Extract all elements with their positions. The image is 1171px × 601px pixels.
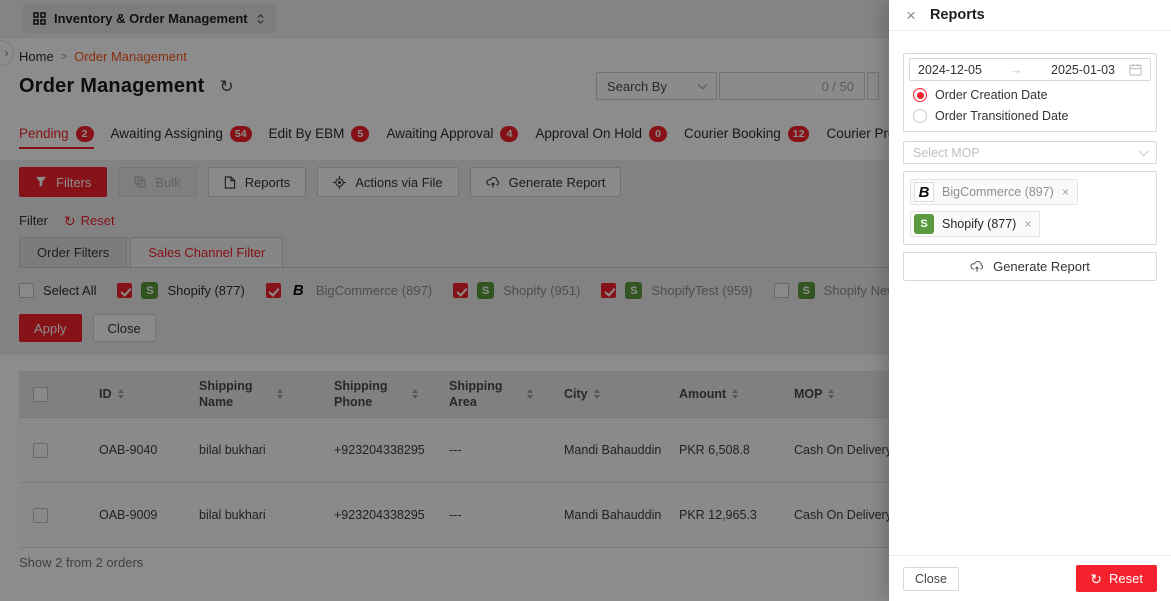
reports-drawer: × Reports 2024-12-05 → 2025-01-03 Order … <box>889 0 1171 601</box>
drawer-title: Reports <box>929 7 985 23</box>
radio-order-creation-date[interactable]: Order Creation Date <box>913 88 1147 102</box>
drawer-reset-button[interactable]: ↻ Reset <box>1076 565 1157 592</box>
chevron-down-icon <box>1138 146 1149 156</box>
date-from[interactable]: 2024-12-05 <box>918 63 982 77</box>
date-filter-card: 2024-12-05 → 2025-01-03 Order Creation D… <box>903 53 1157 132</box>
selected-channels-box: B BigCommerce (897) × S Shopify (877) × <box>903 171 1157 245</box>
arrow-right-icon: → <box>1010 62 1023 77</box>
remove-tag-icon[interactable]: × <box>1062 185 1069 199</box>
tag-shopify-877[interactable]: S Shopify (877) × <box>910 211 1041 237</box>
refresh-icon: ↻ <box>1090 570 1103 587</box>
drawer-reset-label: Reset <box>1109 571 1143 586</box>
select-mop-dropdown[interactable]: Select MOP <box>903 141 1157 164</box>
drawer-footer: Close ↻ Reset <box>889 555 1171 601</box>
drawer-body: 2024-12-05 → 2025-01-03 Order Creation D… <box>889 31 1171 555</box>
radio-label: Order Transitioned Date <box>935 109 1069 123</box>
remove-tag-icon[interactable]: × <box>1024 217 1031 231</box>
radio-selected[interactable] <box>913 88 927 102</box>
date-to[interactable]: 2025-01-03 <box>1051 63 1115 77</box>
select-mop-placeholder: Select MOP <box>913 145 980 160</box>
close-icon[interactable]: × <box>906 7 916 24</box>
bigcommerce-icon: B <box>914 182 934 202</box>
radio-order-transitioned-date[interactable]: Order Transitioned Date <box>913 109 1147 123</box>
calendar-icon <box>1129 63 1142 76</box>
drawer-header: × Reports <box>889 0 1171 31</box>
app-root: Inventory & Order Management › Home > Or… <box>0 0 1171 601</box>
tag-label: BigCommerce (897) <box>942 185 1054 199</box>
tag-label: Shopify (877) <box>942 217 1017 231</box>
radio-unselected[interactable] <box>913 109 927 123</box>
tag-bigcommerce-897[interactable]: B BigCommerce (897) × <box>910 179 1078 205</box>
cloud-upload-icon <box>970 261 984 272</box>
drawer-generate-report-button[interactable]: Generate Report <box>903 252 1157 281</box>
shopify-icon: S <box>914 214 934 234</box>
radio-label: Order Creation Date <box>935 88 1048 102</box>
drawer-close-button[interactable]: Close <box>903 566 959 591</box>
date-range-picker[interactable]: 2024-12-05 → 2025-01-03 <box>909 58 1151 81</box>
drawer-generate-report-label: Generate Report <box>993 259 1090 274</box>
